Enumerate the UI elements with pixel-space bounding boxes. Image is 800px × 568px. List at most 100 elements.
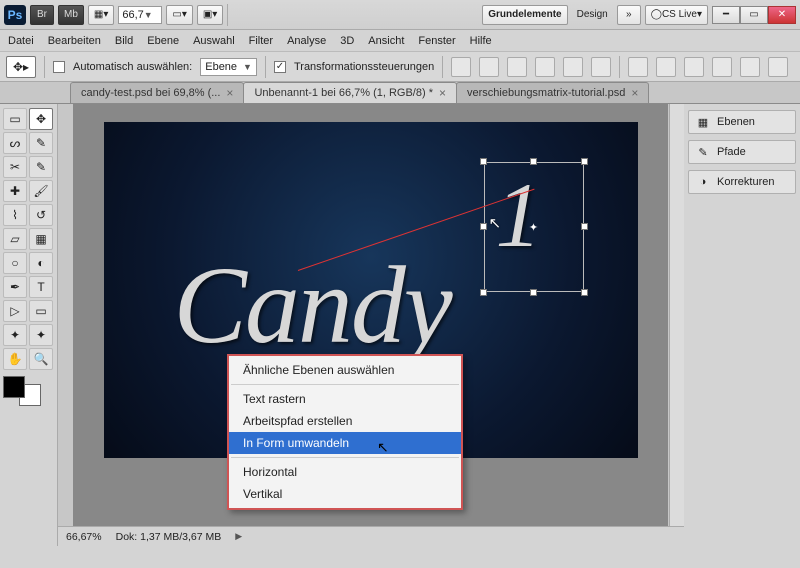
auto-select-checkbox[interactable] [53, 61, 65, 73]
align-btn[interactable] [563, 57, 583, 77]
arrange-button[interactable]: ▭▾ [166, 5, 192, 25]
lasso-tool[interactable]: ᔕ [3, 132, 27, 154]
bridge-button[interactable]: Br [30, 5, 54, 25]
viewmode-button[interactable]: ▦▾ [88, 5, 114, 25]
pen-tool[interactable]: ✒ [3, 276, 27, 298]
chevron-right-icon[interactable]: ▶ [235, 531, 242, 542]
menu-bearbeiten[interactable]: Bearbeiten [48, 35, 101, 47]
ctx-rasterize-text[interactable]: Text rastern [229, 388, 461, 410]
stamp-tool[interactable]: ⌇ [3, 204, 27, 226]
toolbox: ▭ ✥ ᔕ ✎ ✂ ✎ ✚ 🖌 ⌇ ↺ ▱ ▦ ○ ◐ ✒ T ▷ ▭ ✦ ✦ … [0, 104, 58, 546]
handle-tm[interactable] [530, 158, 537, 165]
doc-tab[interactable]: verschiebungsmatrix-tutorial.psd× [456, 82, 649, 103]
vertical-scrollbar[interactable] [669, 104, 684, 526]
handle-mr[interactable] [581, 223, 588, 230]
menu-filter[interactable]: Filter [249, 35, 273, 47]
align-btn[interactable] [591, 57, 611, 77]
doc-tab[interactable]: candy-test.psd bei 69,8% (...× [70, 82, 244, 103]
panel-pfade[interactable]: ✎Pfade [688, 140, 796, 164]
menu-analyse[interactable]: Analyse [287, 35, 326, 47]
menu-ebene[interactable]: Ebene [147, 35, 179, 47]
menu-bild[interactable]: Bild [115, 35, 133, 47]
workspace-more[interactable]: » [617, 5, 641, 25]
separator [265, 56, 266, 78]
eyedropper-tool[interactable]: ✎ [29, 156, 53, 178]
align-btn[interactable] [507, 57, 527, 77]
move-tool[interactable]: ✥ [29, 108, 53, 130]
move-tool-indicator[interactable]: ✥▸ [6, 56, 36, 78]
right-dock: ▦Ebenen ✎Pfade ◑Korrekturen [684, 104, 800, 546]
ctx-convert-to-shape[interactable]: In Form umwandeln [229, 432, 461, 454]
menu-ansicht[interactable]: Ansicht [368, 35, 404, 47]
distribute-btn[interactable] [656, 57, 676, 77]
distribute-btn[interactable] [628, 57, 648, 77]
menu-auswahl[interactable]: Auswahl [193, 35, 235, 47]
menu-datei[interactable]: Datei [8, 35, 34, 47]
handle-br[interactable] [581, 289, 588, 296]
screenmode-button[interactable]: ▣▾ [197, 5, 223, 25]
cslive-button[interactable]: ◯ CS Live ▾ [645, 5, 708, 25]
workspace-grundelemente[interactable]: Grundelemente [482, 5, 567, 25]
transform-center[interactable]: ✦ [529, 222, 539, 232]
menu-hilfe[interactable]: Hilfe [470, 35, 492, 47]
ctx-similar-layers[interactable]: Ähnliche Ebenen auswählen [229, 359, 461, 381]
chevron-down-icon: ▼ [243, 62, 252, 72]
canvas-viewport[interactable]: Candy 1 ✦ ↖ Ähnlich [58, 104, 684, 546]
marquee-tool[interactable]: ▭ [3, 108, 27, 130]
panel-ebenen[interactable]: ▦Ebenen [688, 110, 796, 134]
close-icon[interactable]: × [631, 86, 638, 100]
maximize-button[interactable]: ▭ [740, 6, 768, 24]
foreground-swatch[interactable] [3, 376, 25, 398]
ctx-create-workpath[interactable]: Arbeitspfad erstellen [229, 410, 461, 432]
distribute-btn[interactable] [768, 57, 788, 77]
status-docinfo[interactable]: Dok: 1,37 MB/3,67 MB [116, 531, 222, 543]
handle-tl[interactable] [480, 158, 487, 165]
eraser-tool[interactable]: ▱ [3, 228, 27, 250]
menu-fenster[interactable]: Fenster [418, 35, 455, 47]
close-button[interactable]: ✕ [768, 6, 796, 24]
color-swatches[interactable] [3, 376, 41, 406]
menu-3d[interactable]: 3D [340, 35, 354, 47]
minimize-button[interactable]: ━ [712, 6, 740, 24]
brush-tool[interactable]: 🖌 [29, 180, 53, 202]
workspace-design[interactable]: Design [572, 5, 613, 25]
cursor-icon: ↖ [489, 214, 502, 232]
gradient-tool[interactable]: ▦ [29, 228, 53, 250]
crop-tool[interactable]: ✂ [3, 156, 27, 178]
handle-ml[interactable] [480, 223, 487, 230]
dodge-tool[interactable]: ◐ [29, 252, 53, 274]
close-icon[interactable]: × [439, 86, 446, 100]
ctx-horizontal[interactable]: Horizontal [229, 461, 461, 483]
healing-tool[interactable]: ✚ [3, 180, 27, 202]
status-zoom[interactable]: 66,67% [66, 531, 102, 543]
ctx-vertical[interactable]: Vertikal [229, 483, 461, 505]
align-btn[interactable] [479, 57, 499, 77]
history-brush-tool[interactable]: ↺ [29, 204, 53, 226]
hand-tool[interactable]: ✋ [3, 348, 27, 370]
align-btn[interactable] [451, 57, 471, 77]
blur-tool[interactable]: ○ [3, 252, 27, 274]
zoom-tool[interactable]: 🔍 [29, 348, 53, 370]
minibridge-button[interactable]: Mb [58, 5, 84, 25]
handle-tr[interactable] [581, 158, 588, 165]
doc-tab[interactable]: Unbenannt-1 bei 66,7% (1, RGB/8) *× [243, 82, 457, 103]
3d-camera-tool[interactable]: ✦ [29, 324, 53, 346]
handle-bl[interactable] [480, 289, 487, 296]
close-icon[interactable]: × [226, 86, 233, 100]
type-tool[interactable]: T [29, 276, 53, 298]
text-candy[interactable]: Candy [174, 242, 451, 369]
transform-controls-checkbox[interactable] [274, 61, 286, 73]
distribute-btn[interactable] [684, 57, 704, 77]
panel-korrekturen[interactable]: ◑Korrekturen [688, 170, 796, 194]
menu-bar: Datei Bearbeiten Bild Ebene Auswahl Filt… [0, 30, 800, 52]
zoom-field[interactable]: 66,7▼ [118, 6, 162, 24]
3d-tool[interactable]: ✦ [3, 324, 27, 346]
quickselect-tool[interactable]: ✎ [29, 132, 53, 154]
handle-bm[interactable] [530, 289, 537, 296]
path-select-tool[interactable]: ▷ [3, 300, 27, 322]
auto-select-dropdown[interactable]: Ebene▼ [200, 58, 257, 76]
align-btn[interactable] [535, 57, 555, 77]
distribute-btn[interactable] [712, 57, 732, 77]
shape-tool[interactable]: ▭ [29, 300, 53, 322]
distribute-btn[interactable] [740, 57, 760, 77]
